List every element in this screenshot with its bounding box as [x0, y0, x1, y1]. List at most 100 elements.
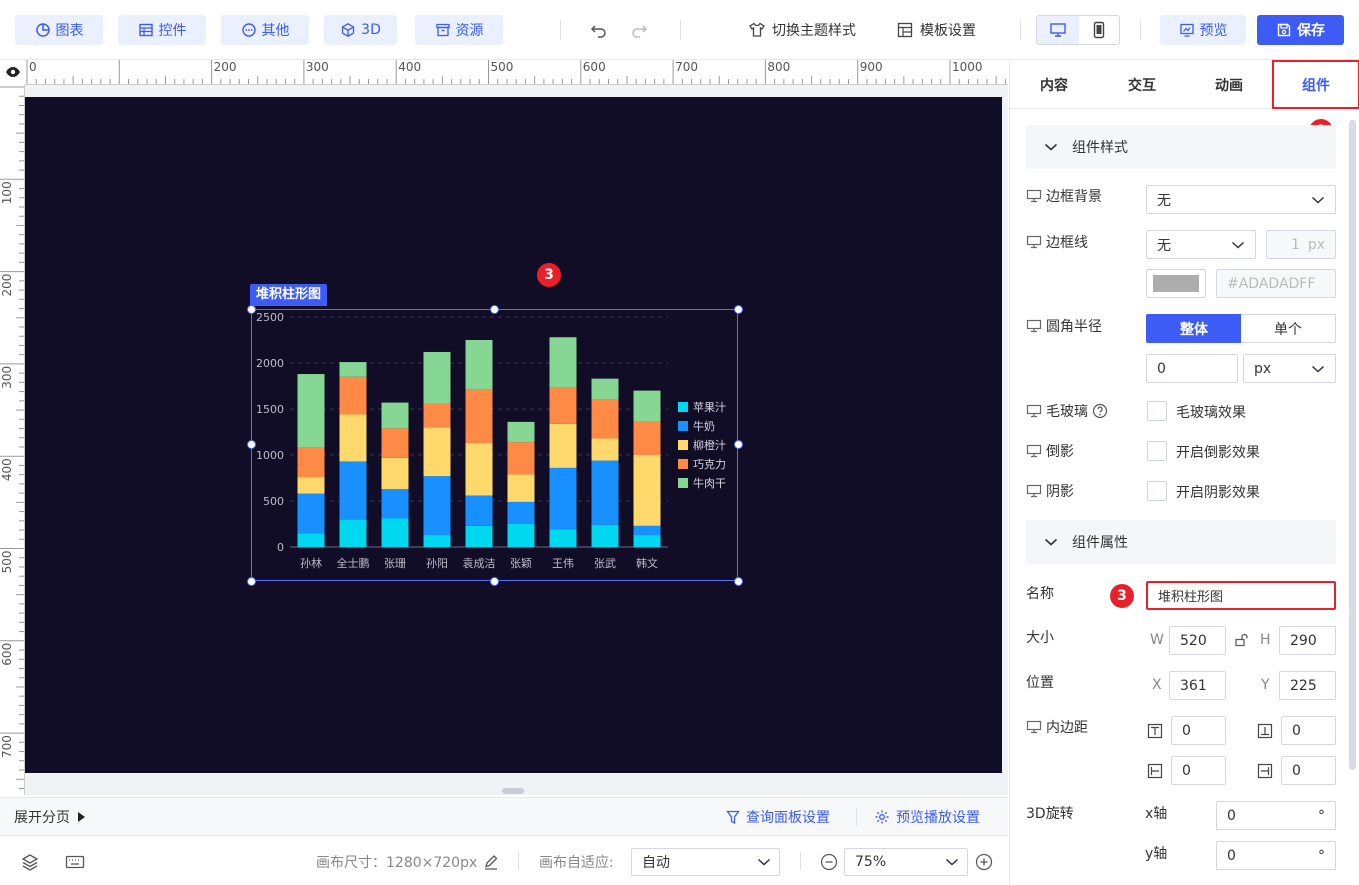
threed-menu-button[interactable]: 3D [324, 15, 397, 45]
zoom-select[interactable]: 75% [844, 848, 968, 876]
preview-button[interactable]: 预览 [1160, 15, 1246, 45]
layers-icon[interactable] [21, 853, 39, 871]
resize-handle-bottom-right[interactable] [734, 577, 743, 586]
bar-segment[interactable] [549, 529, 577, 547]
bar-segment[interactable] [381, 489, 409, 519]
panel-scrollbar[interactable] [1349, 120, 1356, 770]
resize-handle-right[interactable] [734, 440, 743, 449]
x-input[interactable]: 361 [1169, 671, 1226, 700]
radius-value-input[interactable]: 0 [1146, 354, 1238, 383]
resize-handle-top-left[interactable] [247, 305, 256, 314]
component-attr-section[interactable]: 组件属性 [1026, 520, 1336, 564]
tab-component[interactable]: 组件 [1272, 60, 1359, 109]
resource-menu-button[interactable]: 资源 [415, 15, 503, 45]
undo-icon[interactable] [589, 20, 609, 40]
border-line-select[interactable]: 无 [1146, 230, 1256, 259]
resize-handle-bottom-left[interactable] [247, 577, 256, 586]
bar-segment[interactable] [381, 457, 409, 490]
bar-segment[interactable] [423, 476, 451, 536]
keyboard-icon[interactable] [65, 855, 85, 869]
padding-bottom-input[interactable]: 0 [1281, 716, 1336, 745]
bar-segment[interactable] [297, 477, 325, 494]
edit-icon[interactable] [483, 854, 499, 870]
bar-segment[interactable] [591, 378, 619, 400]
radius-whole-button[interactable]: 整体 [1146, 314, 1242, 343]
tab-animation[interactable]: 动画 [1186, 60, 1272, 109]
legend-label[interactable]: 牛奶 [693, 419, 715, 433]
bar-segment[interactable] [297, 374, 325, 448]
redo-icon[interactable] [629, 20, 649, 40]
bar-segment[interactable] [465, 389, 493, 444]
control-menu-button[interactable]: 控件 [118, 15, 206, 45]
bar-segment[interactable] [465, 340, 493, 390]
bar-segment[interactable] [465, 525, 493, 547]
bar-segment[interactable] [339, 376, 367, 415]
resize-handle-bottom[interactable] [490, 577, 499, 586]
radius-unit-select[interactable]: px [1243, 354, 1336, 383]
component-style-section[interactable]: 组件样式 [1026, 125, 1336, 169]
bar-segment[interactable] [297, 533, 325, 547]
bar-segment[interactable] [381, 402, 409, 429]
help-icon[interactable] [1092, 403, 1108, 419]
bar-segment[interactable] [423, 535, 451, 547]
legend-label[interactable]: 牛肉干 [693, 476, 726, 490]
bar-segment[interactable] [339, 362, 367, 377]
chart-menu-button[interactable]: 图表 [15, 15, 103, 45]
padding-top-input[interactable]: 0 [1171, 716, 1226, 745]
shadow-checkbox[interactable] [1147, 481, 1167, 501]
bar-segment[interactable] [297, 493, 325, 534]
bar-segment[interactable] [423, 427, 451, 477]
legend-label[interactable]: 巧克力 [693, 458, 726, 471]
stacked-bar-chart[interactable]: 0 500 1000 1500 2000 2500 孙林 全士鹏 张珊 孙阳 袁成洁 张颖 王伟 张武 韩文… [252, 310, 738, 580]
lock-ratio-icon[interactable] [1234, 633, 1250, 647]
border-color-input[interactable]: #ADADADFF [1216, 269, 1336, 298]
zoom-in-icon[interactable] [975, 853, 993, 871]
reflect-checkbox[interactable] [1147, 441, 1167, 461]
legend-swatch[interactable] [678, 459, 688, 469]
expand-pages-button[interactable]: 展开分页 [14, 807, 86, 827]
other-menu-button[interactable]: 其他 [221, 15, 309, 45]
bar-segment[interactable] [297, 447, 325, 478]
bar-segment[interactable] [549, 337, 577, 388]
zoom-out-icon[interactable] [820, 853, 838, 871]
x-rotation-input[interactable]: 0 ° [1216, 801, 1336, 830]
bar-segment[interactable] [381, 428, 409, 458]
bar-segment[interactable] [339, 519, 367, 547]
canvas-adapt-select[interactable]: 自动 [631, 848, 780, 876]
legend-label[interactable]: 苹果汁 [693, 400, 726, 414]
resize-handle-top-right[interactable] [734, 305, 743, 314]
tab-content[interactable]: 内容 [1010, 60, 1098, 109]
bar-segment[interactable] [633, 390, 661, 422]
legend-swatch[interactable] [678, 402, 688, 412]
resize-handle-left[interactable] [247, 440, 256, 449]
bar-segment[interactable] [633, 455, 661, 526]
border-width-input[interactable]: 1 px [1266, 230, 1336, 259]
name-input[interactable]: 堆积柱形图 [1146, 581, 1336, 610]
legend-swatch[interactable] [678, 421, 688, 431]
legend-label[interactable]: 柳橙汁 [693, 438, 726, 452]
padding-left-input[interactable]: 0 [1171, 756, 1226, 785]
bar-segment[interactable] [549, 467, 577, 530]
canvas-scroll-handle[interactable] [502, 788, 524, 794]
switch-theme-button[interactable]: 切换主题样式 [748, 15, 856, 45]
padding-right-input[interactable]: 0 [1281, 756, 1336, 785]
bar-segment[interactable] [381, 518, 409, 547]
ruler-corner[interactable] [0, 60, 25, 85]
bar-segment[interactable] [507, 442, 535, 475]
template-settings-button[interactable]: 模板设置 [896, 15, 976, 45]
bar-segment[interactable] [465, 495, 493, 526]
bar-segment[interactable] [465, 443, 493, 496]
legend-swatch[interactable] [678, 478, 688, 488]
bar-segment[interactable] [591, 399, 619, 439]
bar-segment[interactable] [423, 351, 451, 404]
bar-segment[interactable] [423, 403, 451, 428]
bar-segment[interactable] [507, 421, 535, 443]
bar-segment[interactable] [549, 423, 577, 468]
bar-segment[interactable] [633, 421, 661, 455]
border-color-swatch[interactable] [1146, 269, 1206, 298]
bar-segment[interactable] [339, 461, 367, 520]
y-rotation-input[interactable]: 0 ° [1216, 841, 1336, 870]
bar-segment[interactable] [591, 524, 619, 547]
y-input[interactable]: 225 [1279, 671, 1336, 700]
legend-swatch[interactable] [678, 440, 688, 450]
